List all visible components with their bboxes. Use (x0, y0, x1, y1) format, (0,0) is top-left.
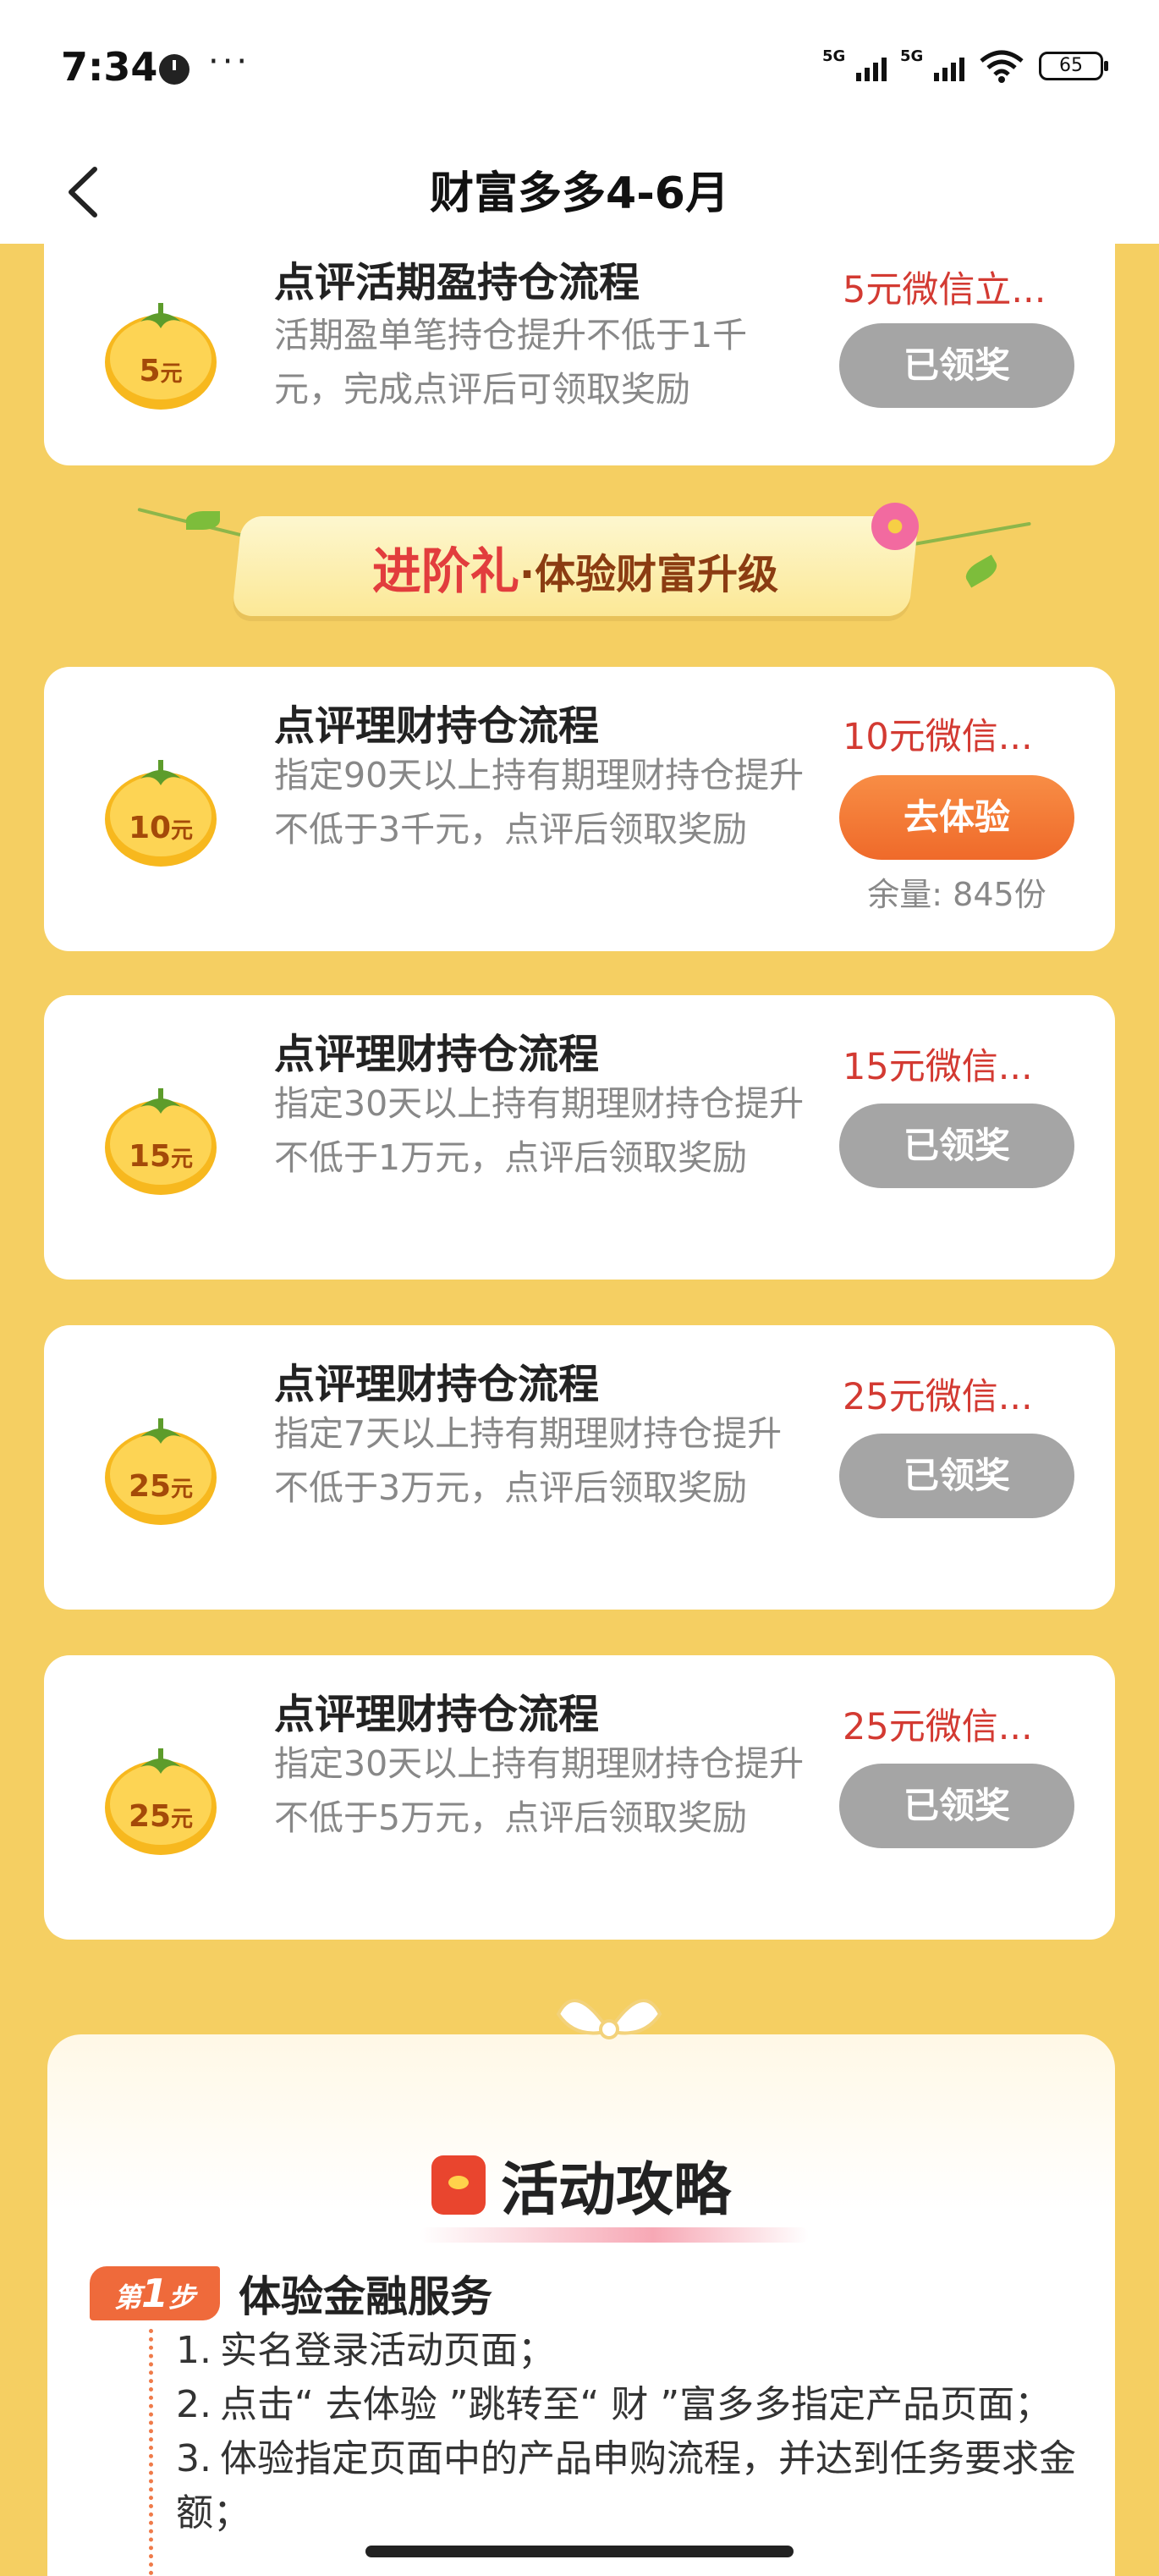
task-card: 10元 点评理财持仓流程 指定90天以上持有期理财持仓提升不低于3千元，点评后领… (44, 667, 1115, 951)
signal-icon: 5G (900, 47, 964, 85)
step-title: 体验金融服务 (239, 2272, 492, 2321)
reward-text: 25元微信... (843, 1376, 1033, 1418)
task-card: 25元 点评理财持仓流程 指定7天以上持有期理财持仓提升不低于3万元，点评后领取… (44, 1325, 1115, 1610)
reward-text: 5元微信立... (843, 269, 1046, 311)
more-icon: ··· (208, 42, 251, 81)
item-number: 3. (176, 2437, 211, 2480)
coin-value: 15 (128, 1139, 172, 1174)
coin-value: 25 (128, 1469, 172, 1504)
task-desc: 指定7天以上持有期理财持仓提升不低于3万元，点评后领取奖励 (274, 1413, 783, 1508)
coin-unit: 元 (171, 818, 194, 844)
coin-value: 5 (139, 354, 161, 388)
banner-title: 进阶礼·体验财富升级 (237, 531, 914, 603)
battery-icon: 65 (1039, 52, 1108, 80)
item-text: 体验指定页面中的产品申购流程，并达到任务要求金额； (176, 2437, 1076, 2535)
task-title: 点评活期盈持仓流程 (274, 259, 640, 306)
signal-label: 5G (900, 47, 924, 65)
task-title: 点评理财持仓流程 (274, 1031, 600, 1078)
nav-bar: 财富多多4-6月 (0, 142, 1159, 244)
reward-text: 15元微信... (843, 1046, 1033, 1088)
coin-unit: 元 (171, 1147, 194, 1172)
content: 5元 点评活期盈持仓流程 活期盈单笔持仓提升不低于1千元，完成点评后可领取奖励 … (0, 244, 1159, 2576)
claimed-button[interactable]: 已领奖 (839, 1434, 1074, 1518)
banner-main: 进阶礼 (371, 542, 519, 600)
reward-text: 10元微信... (843, 716, 1033, 758)
banner-sep: · (519, 551, 536, 598)
list-item: 1. 实名登录活动页面； (176, 2324, 1090, 2378)
reward-text: 25元微信... (843, 1706, 1033, 1748)
guide-header: 活动攻略 (47, 2143, 1115, 2226)
wifi-icon (978, 49, 1025, 83)
page-title: 财富多多4-6月 (430, 168, 729, 219)
coin-unit: 元 (171, 1807, 194, 1832)
try-button[interactable]: 去体验 (839, 775, 1074, 860)
remaining-count: 余量: 845份 (867, 876, 1046, 913)
status-bar: 7:34 ··· 5G 5G 65 (0, 0, 1159, 142)
coin-unit: 元 (160, 361, 183, 387)
signal-label: 5G (822, 47, 846, 65)
banner-sub: 体验财富升级 (535, 551, 779, 598)
step-suffix: 步 (168, 2282, 196, 2314)
claimed-button[interactable]: 已领奖 (839, 1764, 1074, 1848)
item-text: 实名登录活动页面； (220, 2329, 555, 2372)
coin-unit: 元 (171, 1477, 194, 1502)
persimmon-coin-icon: 10元 (98, 743, 223, 868)
status-time: 7:34 (61, 44, 158, 90)
step-prefix: 第 (113, 2282, 141, 2314)
item-number: 1. (176, 2329, 211, 2372)
step-number: 1 (140, 2271, 168, 2316)
claimed-button[interactable]: 已领奖 (839, 323, 1074, 408)
task-card: 25元 点评理财持仓流程 指定30天以上持有期理财持仓提升不低于5万元，点评后领… (44, 1655, 1115, 1940)
task-card: 15元 点评理财持仓流程 指定30天以上持有期理财持仓提升不低于1万元，点评后领… (44, 995, 1115, 1280)
coin-value: 10 (128, 811, 172, 845)
persimmon-coin-icon: 25元 (98, 1731, 223, 1857)
task-title: 点评理财持仓流程 (274, 1361, 600, 1408)
task-desc: 指定30天以上持有期理财持仓提升不低于5万元，点评后领取奖励 (274, 1743, 805, 1838)
persimmon-coin-icon: 15元 (98, 1071, 223, 1197)
persimmon-coin-icon: 5元 (98, 286, 223, 411)
red-envelope-icon (431, 2155, 486, 2215)
activity-guide: 活动攻略 第1步 体验金融服务 1. 实名登录活动页面； 2. 点击“ 去体验 ”跳… (47, 1999, 1115, 2576)
claimed-button[interactable]: 已领奖 (839, 1104, 1074, 1188)
item-number: 2. (176, 2383, 211, 2426)
task-title: 点评理财持仓流程 (274, 1691, 600, 1738)
step-list: 1. 实名登录活动页面； 2. 点击“ 去体验 ”跳转至“ 财 ”富多多指定产品页面… (176, 2324, 1090, 2540)
persimmon-coin-icon: 25元 (98, 1401, 223, 1527)
task-desc: 指定30天以上持有期理财持仓提升不低于1万元，点评后领取奖励 (274, 1083, 805, 1178)
guide-title: 活动攻略 (500, 2157, 731, 2224)
task-desc: 活期盈单笔持仓提升不低于1千元，完成点评后可领取奖励 (274, 315, 748, 410)
list-item: 3. 体验指定页面中的产品申购流程，并达到任务要求金额； (176, 2432, 1090, 2540)
task-title: 点评理财持仓流程 (274, 702, 600, 750)
item-text: 点击“ 去体验 ”跳转至“ 财 ”富多多指定产品页面； (220, 2383, 1052, 2426)
list-item: 2. 点击“ 去体验 ”跳转至“ 财 ”富多多指定产品页面； (176, 2378, 1090, 2432)
step-dotted-line (149, 2329, 153, 2576)
home-indicator[interactable] (365, 2546, 794, 2557)
section-banner: 进阶礼·体验财富升级 (135, 494, 1032, 638)
clock-icon (159, 54, 190, 85)
step-badge: 第1步 (90, 2266, 220, 2320)
task-desc: 指定90天以上持有期理财持仓提升不低于3千元，点评后领取奖励 (274, 755, 805, 850)
signal-icon: 5G (822, 47, 887, 85)
bow-icon (550, 1980, 668, 2056)
coin-value: 25 (128, 1799, 172, 1834)
task-card: 5元 点评活期盈持仓流程 活期盈单笔持仓提升不低于1千元，完成点评后可领取奖励 … (44, 244, 1115, 465)
status-right: 5G 5G 65 (822, 47, 1108, 85)
